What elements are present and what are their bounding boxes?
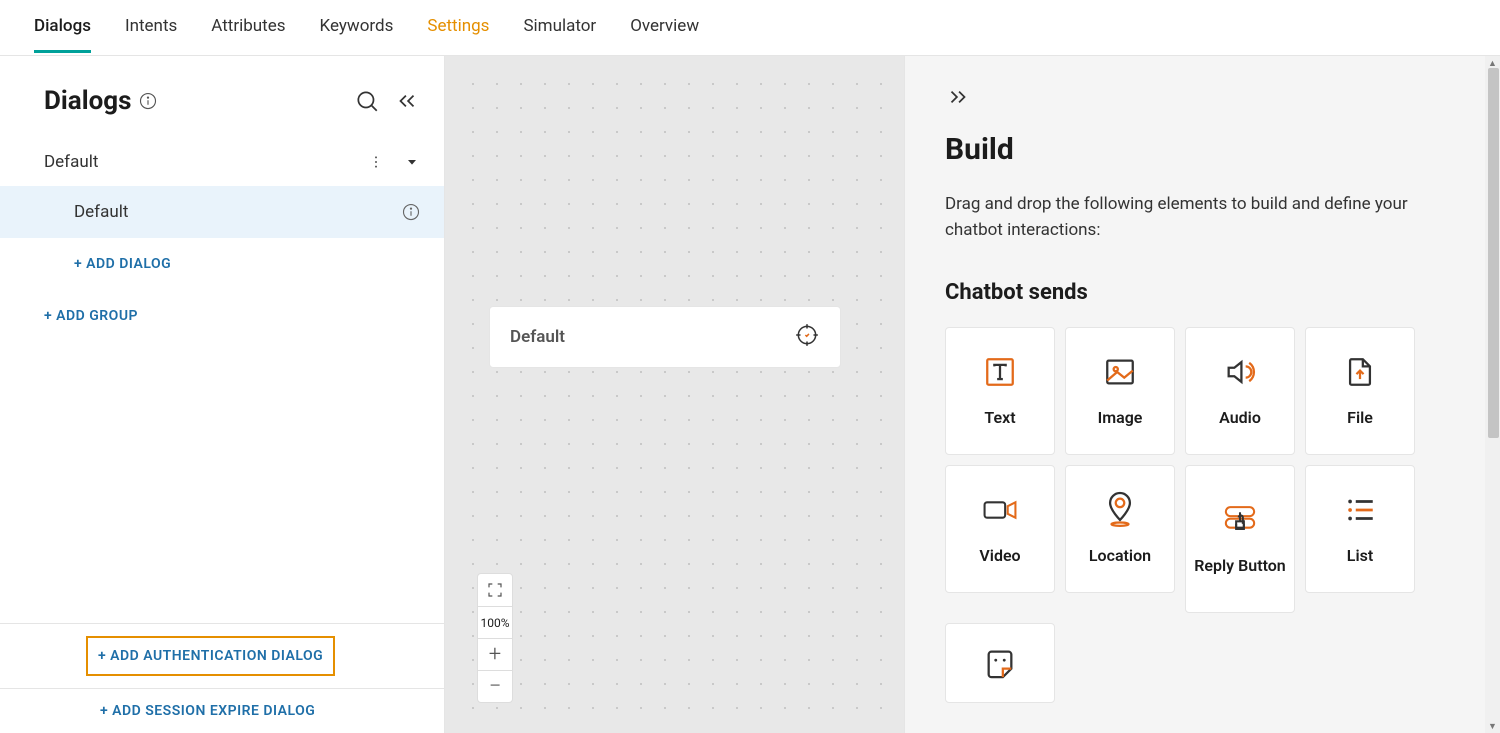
build-description: Drag and drop the following elements to … xyxy=(945,191,1430,244)
add-group-button[interactable]: + ADD GROUP xyxy=(0,290,444,342)
list-icon xyxy=(1342,492,1378,528)
tab-dialogs[interactable]: Dialogs xyxy=(34,2,91,53)
tile-sticker[interactable] xyxy=(945,623,1055,703)
sidebar-title: Dialogs xyxy=(44,86,157,116)
tile-video[interactable]: Video xyxy=(945,465,1055,593)
tab-attributes[interactable]: Attributes xyxy=(211,2,285,53)
canvas-grid xyxy=(453,64,896,725)
info-icon[interactable] xyxy=(139,92,157,110)
canvas-dialog-card[interactable]: Default xyxy=(489,306,841,368)
tile-file[interactable]: File xyxy=(1305,327,1415,455)
image-icon xyxy=(1102,354,1138,390)
video-icon xyxy=(982,492,1018,528)
dialog-group-row[interactable]: Default xyxy=(0,138,444,186)
tab-intents[interactable]: Intents xyxy=(125,2,177,53)
tile-label: Video xyxy=(979,546,1020,565)
collapse-icon[interactable] xyxy=(394,88,420,114)
tab-simulator[interactable]: Simulator xyxy=(523,2,596,53)
target-icon[interactable] xyxy=(794,322,820,353)
tile-location[interactable]: Location xyxy=(1065,465,1175,593)
tile-label: File xyxy=(1347,408,1373,427)
tile-audio[interactable]: Audio xyxy=(1185,327,1295,455)
sidebar-header: Dialogs xyxy=(0,56,444,138)
add-authentication-dialog-button[interactable]: + ADD AUTHENTICATION DIALOG xyxy=(86,636,335,676)
group-name-label: Default xyxy=(44,152,98,172)
add-dialog-button[interactable]: + ADD DIALOG xyxy=(0,238,444,290)
build-section-title: Chatbot sends xyxy=(945,280,1460,305)
tile-list[interactable]: List xyxy=(1305,465,1415,593)
scroll-down-icon[interactable]: ▼ xyxy=(1485,719,1500,733)
tile-label: Reply Button xyxy=(1194,556,1285,575)
dialog-item-selected[interactable]: Default xyxy=(0,186,444,238)
build-panel: Build Drag and drop the following elemen… xyxy=(905,56,1500,733)
main-layout: Dialogs Default xyxy=(0,56,1500,733)
vertical-scrollbar[interactable]: ▲ ▼ xyxy=(1485,56,1500,733)
element-tiles: Text Image Audio File xyxy=(945,327,1460,703)
location-icon xyxy=(1102,492,1138,528)
tile-reply-button[interactable]: Reply Button xyxy=(1185,465,1295,613)
tab-keywords[interactable]: Keywords xyxy=(320,2,394,53)
zoom-level-label: 100% xyxy=(478,606,512,638)
tile-label: Image xyxy=(1098,408,1143,427)
more-vertical-icon[interactable] xyxy=(368,154,384,170)
sidebar-footer: + ADD AUTHENTICATION DIALOG + ADD SESSIO… xyxy=(0,623,444,733)
chevron-down-icon[interactable] xyxy=(404,154,420,170)
dialog-item-label: Default xyxy=(74,202,128,222)
build-title: Build xyxy=(945,132,1460,167)
zoom-fit-button[interactable] xyxy=(478,574,512,606)
tab-overview[interactable]: Overview xyxy=(630,2,699,53)
dialogs-sidebar: Dialogs Default xyxy=(0,56,445,733)
zoom-control: 100% + − xyxy=(477,573,513,703)
expand-icon[interactable] xyxy=(945,84,1460,114)
tile-image[interactable]: Image xyxy=(1065,327,1175,455)
dialog-canvas[interactable]: Default 100% + − xyxy=(445,56,905,733)
zoom-out-button[interactable]: − xyxy=(478,670,512,702)
info-icon[interactable] xyxy=(402,203,420,221)
tab-settings[interactable]: Settings xyxy=(427,2,489,53)
dialog-tree: Default Default + ADD DIALOG + ADD GROUP xyxy=(0,138,444,623)
file-icon xyxy=(1342,354,1378,390)
scrollbar-thumb[interactable] xyxy=(1488,68,1499,438)
tile-label: Text xyxy=(984,408,1015,427)
search-icon[interactable] xyxy=(354,88,380,114)
zoom-in-button[interactable]: + xyxy=(478,638,512,670)
tile-label: Location xyxy=(1089,546,1151,565)
tile-label: Audio xyxy=(1219,408,1261,427)
top-nav: Dialogs Intents Attributes Keywords Sett… xyxy=(0,0,1500,56)
tile-label: List xyxy=(1347,546,1373,565)
sticker-icon xyxy=(982,645,1018,681)
canvas-card-title: Default xyxy=(510,327,565,347)
reply-button-icon xyxy=(1222,502,1258,538)
tile-text[interactable]: Text xyxy=(945,327,1055,455)
add-session-expire-dialog-button[interactable]: + ADD SESSION EXPIRE DIALOG xyxy=(0,688,444,733)
audio-icon xyxy=(1222,354,1258,390)
text-icon xyxy=(982,354,1018,390)
sidebar-title-text: Dialogs xyxy=(44,86,131,116)
